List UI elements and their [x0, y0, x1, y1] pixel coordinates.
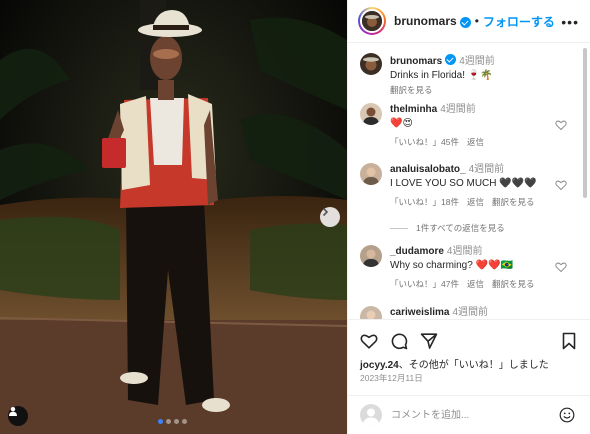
comment-item: _dudamore 4週間前 Why so charming? ❤️❤️🇧🇷 「い…	[360, 245, 565, 291]
comment-username[interactable]: analuisalobato_	[390, 164, 466, 175]
avatar-image	[362, 11, 382, 31]
view-replies-link[interactable]: 1件すべての返信を見る	[390, 222, 505, 234]
carousel-next-button[interactable]	[320, 207, 340, 227]
post-header: brunomars • フォローする •••	[348, 0, 590, 43]
avatar-image	[360, 245, 382, 267]
comment-username[interactable]: brunomars	[390, 56, 442, 67]
comment-text: Why so charming? ❤️❤️🇧🇷	[390, 260, 513, 271]
caption: brunomars 4週間前 Drinks in Florida! 🍷🌴 翻訳を見…	[360, 53, 565, 97]
author-avatar[interactable]	[358, 7, 386, 35]
separator-dot: •	[474, 14, 479, 28]
emoji-icon[interactable]	[559, 407, 575, 423]
post-detail-panel: brunomars • フォローする ••• brunomars 4週間前 Dri…	[347, 0, 590, 434]
comment-item: analuisalobato_ 4週間前 I LOVE YOU SO MUCH 🖤…	[360, 163, 565, 209]
bookmark-icon[interactable]	[560, 332, 578, 350]
comment-time[interactable]: 4週間前	[440, 104, 476, 115]
comment-avatar[interactable]	[360, 103, 382, 125]
comment-avatar[interactable]	[360, 245, 382, 267]
post-photo[interactable]	[0, 0, 347, 434]
comment-like-count[interactable]: 「いいね！」47件	[390, 279, 459, 289]
avatar-image	[360, 163, 382, 185]
add-comment-bar	[348, 395, 590, 434]
comment-text: Drinks in Florida! 🍷🌴	[390, 70, 493, 81]
current-user-avatar	[360, 404, 382, 426]
translate-link[interactable]: 翻訳を見る	[492, 279, 535, 289]
avatar-image	[360, 306, 382, 319]
heart-icon[interactable]	[555, 119, 567, 131]
likes-summary[interactable]: jocyy.24、その他が「いいね！」しました	[360, 356, 549, 371]
heart-icon[interactable]	[555, 261, 567, 273]
comment-icon[interactable]	[390, 332, 408, 350]
user-icon	[9, 407, 17, 416]
comment-username[interactable]: thelminha	[390, 104, 437, 115]
translate-link[interactable]: 翻訳を見る	[390, 85, 433, 95]
photo-illustration	[0, 0, 347, 434]
caption-avatar[interactable]	[360, 53, 382, 75]
carousel-dot	[166, 419, 171, 424]
more-options-icon[interactable]: •••	[561, 14, 579, 30]
follow-button[interactable]: フォローする	[483, 13, 555, 30]
comment-item: thelminha 4週間前 ❤️😍 「いいね！」45件 返信	[360, 103, 565, 149]
carousel-dot	[174, 419, 179, 424]
tagged-user-button[interactable]	[8, 406, 28, 426]
comment-time[interactable]: 4週間前	[447, 246, 483, 257]
avatar-image	[360, 103, 382, 125]
comment-time[interactable]: 4週間前	[469, 164, 505, 175]
verified-icon	[459, 16, 471, 28]
liked-by-user[interactable]: jocyy.24	[360, 360, 399, 371]
comments-list[interactable]: brunomars 4週間前 Drinks in Florida! 🍷🌴 翻訳を見…	[348, 43, 590, 319]
likes-suffix: 、その他が「いいね！」しました	[398, 360, 549, 371]
heart-icon[interactable]	[555, 179, 567, 191]
comment-input[interactable]	[391, 406, 541, 424]
heart-icon[interactable]	[360, 332, 378, 350]
comment-avatar[interactable]	[360, 306, 382, 319]
post-date[interactable]: 2023年12月11日	[360, 372, 423, 384]
comment-item: cariweislima 4週間前	[360, 306, 565, 319]
reply-button[interactable]: 返信	[467, 197, 484, 207]
comment-like-count[interactable]: 「いいね！」45件	[390, 137, 459, 147]
carousel-dots	[158, 419, 187, 424]
comments-scrollbar[interactable]	[583, 48, 587, 198]
comment-time[interactable]: 4週間前	[452, 307, 488, 318]
comment-avatar[interactable]	[360, 163, 382, 185]
verified-icon	[445, 54, 457, 65]
reply-button[interactable]: 返信	[467, 279, 484, 289]
post-actions: jocyy.24、その他が「いいね！」しました 2023年12月11日	[348, 319, 590, 434]
comment-text: ❤️😍	[390, 118, 413, 129]
reply-button[interactable]: 返信	[467, 137, 484, 147]
comment-like-count[interactable]: 「いいね！」18件	[390, 197, 459, 207]
chevron-right-icon	[322, 207, 329, 217]
comment-username[interactable]: cariweislima	[390, 307, 449, 318]
carousel-dot	[158, 419, 163, 424]
translate-link[interactable]: 翻訳を見る	[492, 197, 535, 207]
comment-username[interactable]: _dudamore	[390, 246, 444, 257]
comment-time[interactable]: 4週間前	[459, 56, 495, 67]
share-icon[interactable]	[420, 332, 438, 350]
comment-text: I LOVE YOU SO MUCH 🖤🖤🖤	[390, 178, 537, 189]
author-username[interactable]: brunomars	[394, 14, 457, 28]
carousel-dot	[182, 419, 187, 424]
avatar-image	[360, 53, 382, 75]
user-icon	[363, 408, 379, 426]
